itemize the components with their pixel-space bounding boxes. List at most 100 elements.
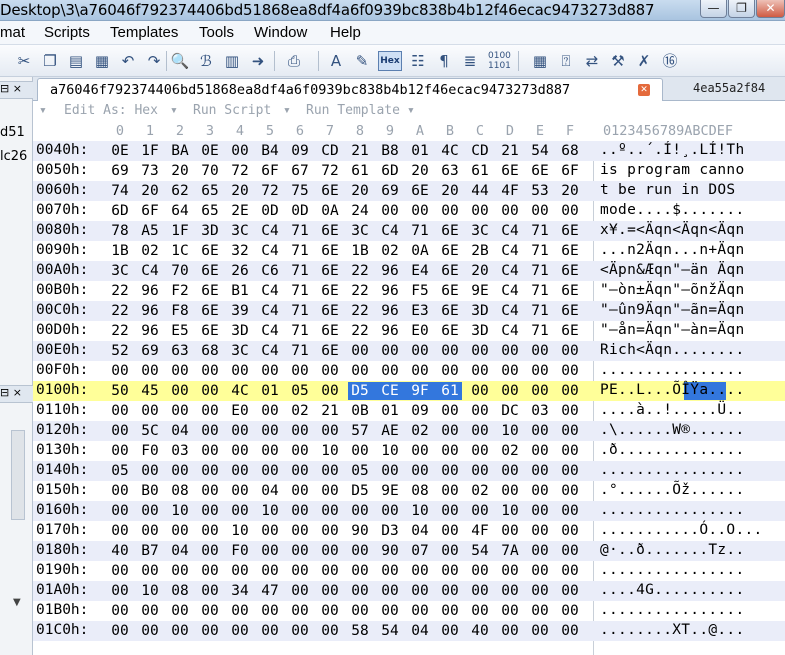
- hex-byte[interactable]: 4C: [438, 142, 462, 160]
- hex-byte[interactable]: 00: [198, 482, 222, 500]
- hex-byte[interactable]: 02: [468, 482, 492, 500]
- hex-byte[interactable]: 26: [228, 262, 252, 280]
- hex-byte[interactable]: 00: [348, 582, 372, 600]
- find-in-files-icon[interactable]: ▥: [222, 51, 242, 71]
- hex-byte[interactable]: 6E: [558, 282, 582, 300]
- hex-byte[interactable]: 96: [378, 322, 402, 340]
- hex-byte[interactable]: 74: [108, 182, 132, 200]
- hex-byte[interactable]: 00: [528, 442, 552, 460]
- hex-byte[interactable]: F0: [138, 442, 162, 460]
- hex-byte[interactable]: 3D: [468, 302, 492, 320]
- hex-byte[interactable]: 00: [378, 562, 402, 580]
- scissors-icon[interactable]: ✂: [14, 51, 34, 71]
- hex-byte[interactable]: B7: [138, 542, 162, 560]
- hex-byte[interactable]: 00: [198, 362, 222, 380]
- hex-byte[interactable]: 00: [348, 542, 372, 560]
- hex-byte[interactable]: 00: [558, 522, 582, 540]
- hex-byte[interactable]: 00: [558, 602, 582, 620]
- goto-icon[interactable]: ➜: [248, 51, 268, 71]
- hex-byte[interactable]: 00: [198, 462, 222, 480]
- hex-byte[interactable]: C4: [258, 342, 282, 360]
- hex-byte[interactable]: 6E: [438, 282, 462, 300]
- replace-icon[interactable]: ℬ: [196, 51, 216, 71]
- hex-byte[interactable]: 00: [108, 442, 132, 460]
- hex-row[interactable]: 0100h: 50 45 00 00 4C 01 05 00 D5 CE 9F 61 00 00 00 00 PE…: [33, 381, 785, 401]
- redo-icon[interactable]: ↷: [144, 51, 164, 71]
- hex-byte[interactable]: E5: [168, 322, 192, 340]
- panel-pin-header[interactable]: ⊟ ×: [0, 81, 33, 99]
- hex-byte[interactable]: 00: [438, 582, 462, 600]
- hex-byte[interactable]: C4: [498, 282, 522, 300]
- hex-byte[interactable]: 00: [378, 582, 402, 600]
- hex-byte[interactable]: 00: [198, 442, 222, 460]
- hex-byte[interactable]: 00: [108, 562, 132, 580]
- hex-byte[interactable]: 71: [288, 262, 312, 280]
- hex-byte[interactable]: 05: [288, 382, 312, 400]
- hex-row[interactable]: 00D0h: 22 96 E5 6E 3D C4 71 6E 22 96 E0 6E 3D C4 71 6E "–…: [33, 321, 785, 341]
- hex-byte[interactable]: 00: [498, 602, 522, 620]
- hex-byte[interactable]: B8: [378, 142, 402, 160]
- hex-byte[interactable]: 02: [138, 242, 162, 260]
- chevron-down-icon[interactable]: ▾: [283, 103, 291, 118]
- hex-byte[interactable]: 96: [138, 322, 162, 340]
- hex-byte[interactable]: 61: [468, 162, 492, 180]
- hex-byte[interactable]: 70: [198, 162, 222, 180]
- hex-byte[interactable]: 00: [108, 522, 132, 540]
- hex-byte[interactable]: 00: [498, 482, 522, 500]
- hex-byte[interactable]: 00: [498, 362, 522, 380]
- hex-byte[interactable]: 00: [288, 622, 312, 640]
- hex-byte[interactable]: 6E: [558, 242, 582, 260]
- hex-byte[interactable]: 00: [468, 562, 492, 580]
- hex-byte[interactable]: 00: [468, 602, 492, 620]
- hex-row[interactable]: 0040h: 0E 1F BA 0E 00 B4 09 CD 21 B8 01 4C CD 21 54 68..…: [33, 141, 785, 161]
- hex-byte[interactable]: 00: [228, 442, 252, 460]
- hex-byte[interactable]: 50: [108, 382, 132, 400]
- hex-byte[interactable]: 20: [168, 162, 192, 180]
- hex-byte[interactable]: B0: [138, 482, 162, 500]
- hex-byte[interactable]: 6E: [318, 222, 342, 240]
- hex-byte[interactable]: 10: [498, 422, 522, 440]
- hex-byte[interactable]: 00: [528, 482, 552, 500]
- ascii-text[interactable]: "–ûn9Äqn"–ãn=Äqn: [600, 302, 744, 318]
- hex-byte[interactable]: 71: [288, 282, 312, 300]
- hex-byte[interactable]: 00: [288, 542, 312, 560]
- hex-byte[interactable]: 71: [528, 262, 552, 280]
- hex-byte[interactable]: 3D: [468, 322, 492, 340]
- hex-byte[interactable]: 1C: [168, 242, 192, 260]
- hex-byte[interactable]: 00: [498, 562, 522, 580]
- hex-row[interactable]: 0060h: 74 20 62 65 20 72 75 6E 20 69 6E 20 44 4F 53 20 t …: [33, 181, 785, 201]
- hex-byte[interactable]: 6F: [138, 202, 162, 220]
- hex-byte[interactable]: 6E: [438, 262, 462, 280]
- hex-byte[interactable]: 00: [438, 502, 462, 520]
- hex-byte[interactable]: 00: [318, 482, 342, 500]
- hex-byte[interactable]: 00: [378, 202, 402, 220]
- hex-byte[interactable]: 45: [138, 382, 162, 400]
- hex-byte[interactable]: 00: [408, 442, 432, 460]
- hex-byte[interactable]: 00: [318, 582, 342, 600]
- hex-byte[interactable]: 00: [198, 422, 222, 440]
- hex-byte[interactable]: 71: [288, 342, 312, 360]
- hex-byte[interactable]: 00: [288, 562, 312, 580]
- hex-byte[interactable]: 01: [408, 142, 432, 160]
- hex-byte[interactable]: 00: [138, 602, 162, 620]
- hex-byte[interactable]: 00: [528, 542, 552, 560]
- hex-byte[interactable]: 00: [468, 202, 492, 220]
- hex-byte[interactable]: 00: [108, 422, 132, 440]
- hex-byte[interactable]: 73: [138, 162, 162, 180]
- hex-byte[interactable]: E3: [408, 302, 432, 320]
- hex-byte[interactable]: 00: [258, 602, 282, 620]
- hex-byte[interactable]: 3D: [228, 322, 252, 340]
- hex-byte[interactable]: 00: [438, 522, 462, 540]
- hex-byte[interactable]: 00: [258, 422, 282, 440]
- hex-byte[interactable]: 96: [378, 302, 402, 320]
- hex-byte[interactable]: 9F: [408, 382, 432, 400]
- hex-byte[interactable]: 40: [108, 542, 132, 560]
- hex-byte[interactable]: 6E: [528, 162, 552, 180]
- hex-byte[interactable]: 71: [288, 302, 312, 320]
- hex-byte[interactable]: 00: [468, 342, 492, 360]
- hex-byte[interactable]: 00: [168, 562, 192, 580]
- hex-byte[interactable]: 00: [138, 622, 162, 640]
- hex-byte[interactable]: D5: [348, 382, 372, 400]
- hex-byte[interactable]: 00: [138, 522, 162, 540]
- hex-byte[interactable]: 00: [258, 402, 282, 420]
